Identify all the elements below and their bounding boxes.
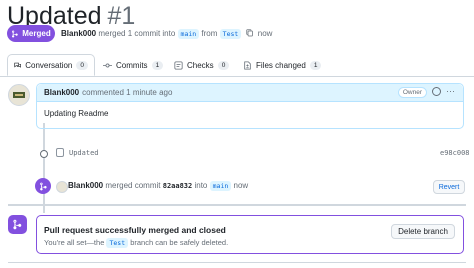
kebab-menu-icon[interactable]: ···: [446, 86, 455, 96]
merge-status-text-b: branch can be safely deleted.: [130, 238, 229, 247]
tab-label: Files changed: [256, 60, 306, 70]
owner-badge: Owner: [397, 87, 427, 98]
merge-event-verb: merged commit: [105, 181, 161, 190]
merged-badge-label: Merged: [22, 29, 51, 38]
commit-avatar-icon: [56, 148, 64, 157]
git-commit-icon: [40, 150, 48, 158]
file-diff-icon: [244, 60, 251, 70]
smiley-icon[interactable]: [432, 87, 441, 96]
merge-status-subtitle: You're all set—the Test branch can be sa…: [44, 238, 229, 248]
delete-branch-button[interactable]: Delete branch: [391, 224, 455, 239]
avatar[interactable]: [8, 84, 30, 106]
merge-icon: [12, 30, 19, 38]
git-commit-icon: [103, 63, 112, 67]
comment-timestamp[interactable]: commented 1 minute ago: [82, 88, 172, 97]
timeline-line: [43, 123, 45, 213]
merged-status-badge: Merged: [7, 25, 55, 42]
merge-commit-sha-link[interactable]: 82aa832: [163, 182, 193, 190]
avatar[interactable]: [56, 181, 68, 193]
merge-status-text-a: You're all set—the: [44, 238, 105, 247]
head-branch-label[interactable]: Test: [219, 29, 242, 39]
merge-status-title: Pull request successfully merged and clo…: [44, 225, 226, 235]
timeline-divider: [8, 204, 466, 206]
tab-conversation[interactable]: Conversation 0: [7, 54, 95, 76]
tab-checks[interactable]: Checks 0: [174, 54, 230, 76]
merged-status-icon: [8, 215, 27, 234]
tab-counter: 1: [151, 60, 164, 70]
tab-commits[interactable]: Commits 1: [103, 54, 164, 76]
tab-counter: 1: [309, 60, 322, 70]
checklist-icon: [174, 60, 183, 70]
merge-author-link[interactable]: Blank000: [61, 29, 96, 38]
merge-event-time[interactable]: now: [234, 181, 249, 190]
base-branch-label[interactable]: main: [177, 29, 200, 39]
merge-status-box: Pull request successfully merged and clo…: [36, 215, 464, 254]
merge-summary-from: from: [201, 29, 218, 38]
merge-summary: Blank000 merged 1 commit into main from …: [61, 29, 273, 39]
merge-event-icon: [35, 178, 51, 194]
merge-event-text: Blank000 merged commit 82aa832 into main…: [68, 181, 249, 191]
git-merge-icon: [13, 219, 22, 230]
comment-author-link[interactable]: Blank000: [44, 88, 79, 97]
merge-summary-text: merged 1 commit into: [98, 29, 176, 38]
merge-time: now: [257, 29, 273, 38]
commit-message-link[interactable]: Updated: [69, 149, 99, 157]
merge-event-into: into: [194, 181, 208, 190]
revert-button[interactable]: Revert: [433, 180, 465, 194]
comment-box: Blank000 commented 1 minute ago Owner ··…: [36, 83, 464, 129]
git-merge-icon: [39, 182, 47, 190]
tab-files-changed[interactable]: Files changed 1: [243, 54, 322, 76]
copy-icon[interactable]: [245, 29, 254, 37]
pr-tabs: Conversation 0 Commits 1 Checks 0 Files …: [0, 54, 474, 77]
merge-event-author-link[interactable]: Blank000: [68, 181, 103, 190]
tab-counter: 0: [217, 60, 230, 70]
next-section-edge: [8, 262, 466, 268]
tab-label: Checks: [187, 60, 214, 70]
pr-number: #1: [107, 2, 136, 30]
merge-event-branch-label[interactable]: main: [209, 181, 232, 191]
merge-status-branch-label[interactable]: Test: [106, 238, 129, 248]
tab-label: Commits: [116, 60, 148, 70]
comment-discussion-icon: [14, 62, 21, 68]
comment-body: Updating Readme: [44, 109, 109, 118]
tab-counter: 0: [76, 60, 88, 70]
avatar-image-icon: [13, 92, 25, 98]
commit-sha-link[interactable]: e98c008: [440, 149, 470, 157]
tab-label: Conversation: [25, 60, 73, 70]
